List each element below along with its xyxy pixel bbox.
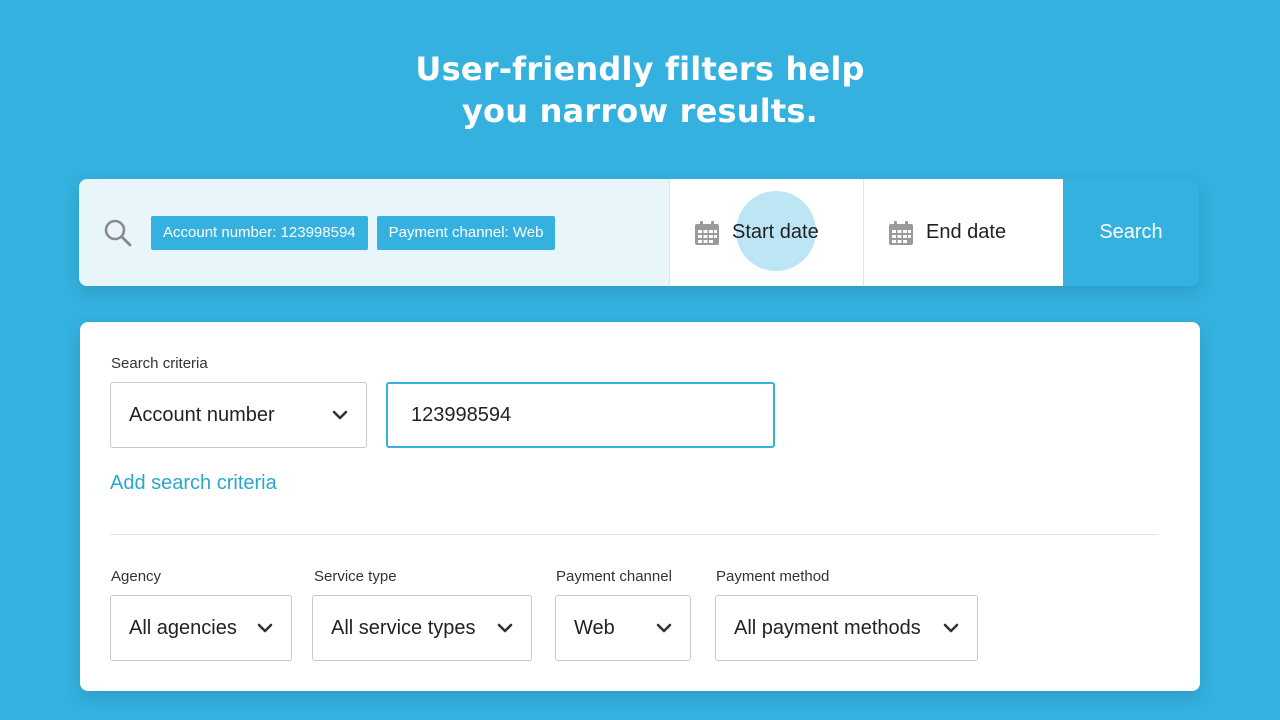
page-headline: User-friendly filters help you narrow re… bbox=[0, 48, 1280, 132]
end-date-picker[interactable]: End date bbox=[863, 179, 1063, 286]
service-type-value: All service types bbox=[331, 616, 476, 639]
criteria-value-input[interactable]: 123998594 bbox=[386, 382, 775, 448]
filter-chip-account-number[interactable]: Account number: 123998594 bbox=[151, 215, 368, 250]
search-button[interactable]: Search bbox=[1063, 179, 1199, 286]
criteria-value-text: 123998594 bbox=[411, 403, 512, 426]
chevron-down-icon bbox=[257, 623, 273, 633]
chevron-down-icon bbox=[656, 623, 672, 633]
payment-channel-value: Web bbox=[574, 616, 615, 639]
calendar-icon bbox=[695, 220, 719, 245]
criteria-type-select[interactable]: Account number bbox=[110, 382, 367, 448]
search-bar: Account number: 123998594 Payment channe… bbox=[79, 179, 1199, 286]
payment-method-label: Payment method bbox=[716, 568, 830, 585]
criteria-type-value: Account number bbox=[129, 403, 275, 426]
divider bbox=[110, 534, 1158, 535]
agency-value: All agencies bbox=[129, 616, 237, 639]
payment-method-value: All payment methods bbox=[734, 616, 921, 639]
end-date-label: End date bbox=[926, 221, 1007, 243]
search-icon bbox=[104, 219, 132, 246]
payment-channel-label: Payment channel bbox=[556, 568, 672, 585]
agency-select[interactable]: All agencies bbox=[110, 595, 292, 661]
chevron-down-icon bbox=[497, 623, 513, 633]
payment-method-select[interactable]: All payment methods bbox=[715, 595, 978, 661]
headline-line-2: you narrow results. bbox=[462, 92, 818, 130]
calendar-icon bbox=[889, 220, 913, 245]
search-criteria-label: Search criteria bbox=[111, 355, 208, 372]
search-criteria-panel: Search criteria Account number 123998594… bbox=[80, 322, 1200, 691]
agency-label: Agency bbox=[111, 568, 162, 585]
service-type-label: Service type bbox=[314, 568, 397, 585]
filter-chip-payment-channel[interactable]: Payment channel: Web bbox=[376, 215, 556, 250]
start-date-label: Start date bbox=[732, 221, 819, 243]
payment-channel-select[interactable]: Web bbox=[555, 595, 691, 661]
start-date-picker[interactable]: Start date bbox=[669, 179, 863, 286]
service-type-select[interactable]: All service types bbox=[312, 595, 532, 661]
add-search-criteria-link[interactable]: Add search criteria bbox=[110, 472, 277, 495]
chevron-down-icon bbox=[332, 410, 348, 420]
search-filter-area[interactable]: Account number: 123998594 Payment channe… bbox=[79, 179, 669, 286]
chevron-down-icon bbox=[943, 623, 959, 633]
headline-line-1: User-friendly filters help bbox=[415, 50, 865, 88]
